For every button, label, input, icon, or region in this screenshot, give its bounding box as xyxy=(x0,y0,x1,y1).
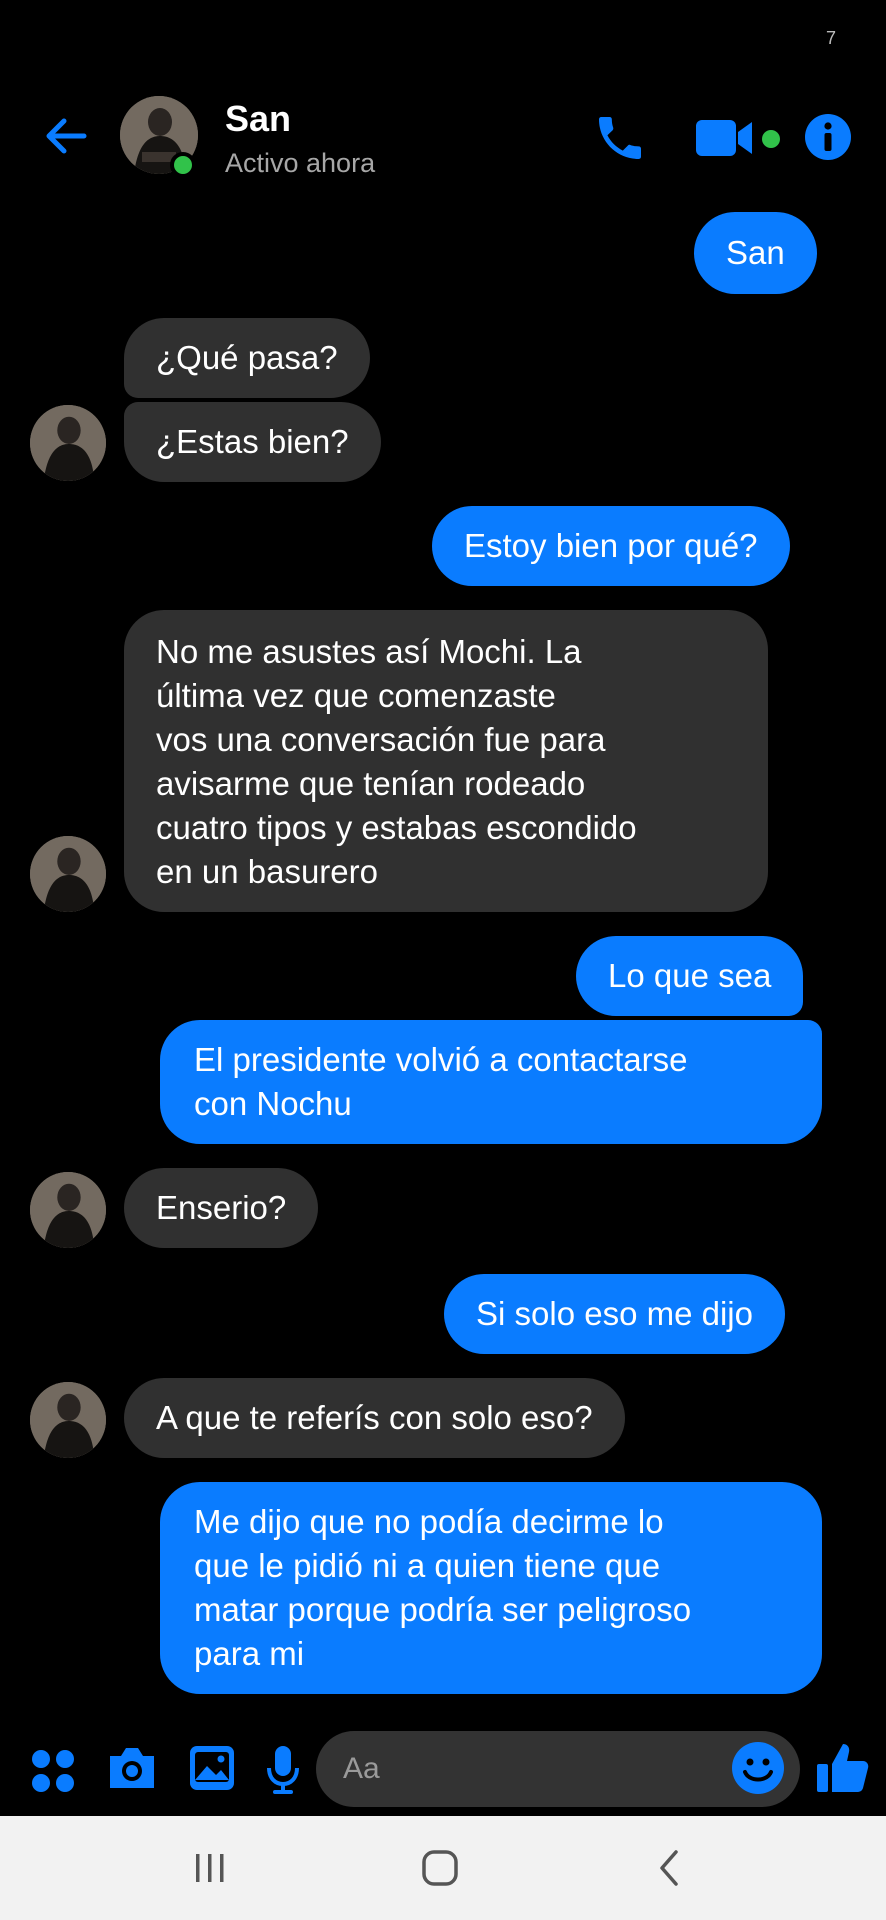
message-incoming[interactable]: ¿Qué pasa? xyxy=(124,318,370,398)
back-arrow-icon xyxy=(46,118,87,154)
message-incoming[interactable]: No me asustes así Mochi. La última vez q… xyxy=(124,610,768,912)
message-outgoing[interactable]: Si solo eso me dijo xyxy=(444,1274,785,1354)
microphone-icon xyxy=(267,1746,299,1794)
apps-grid-icon xyxy=(32,1750,74,1792)
message-outgoing[interactable]: El presidente volvió a contactarse con N… xyxy=(160,1020,822,1144)
system-navigation-bar xyxy=(0,1816,886,1920)
gallery-icon xyxy=(190,1746,234,1790)
back-button[interactable] xyxy=(40,110,92,162)
message-incoming[interactable]: Enserio? xyxy=(124,1168,319,1248)
emoji-button[interactable] xyxy=(730,1740,786,1796)
info-button[interactable] xyxy=(804,113,852,161)
gallery-button[interactable] xyxy=(188,1744,236,1792)
contact-avatar-small xyxy=(30,836,106,912)
status-bar-glyph: 7 xyxy=(826,28,837,48)
message-incoming[interactable]: A que te referís con solo eso? xyxy=(124,1378,625,1458)
message-outgoing[interactable]: Estoy bien por qué? xyxy=(432,506,790,586)
contact-avatar-small xyxy=(30,1172,106,1248)
contact-avatar-small xyxy=(30,1382,106,1458)
back-chevron-icon xyxy=(660,1850,678,1886)
camera-button[interactable] xyxy=(106,1744,158,1792)
phone-icon xyxy=(599,117,641,159)
emoji-icon xyxy=(732,1742,784,1794)
online-indicator xyxy=(170,152,196,178)
like-button[interactable] xyxy=(815,1740,871,1796)
camera-icon xyxy=(110,1748,154,1788)
message-outgoing[interactable]: Lo que sea xyxy=(576,936,804,1016)
video-call-button[interactable] xyxy=(696,116,762,160)
video-active-dot xyxy=(762,130,780,148)
message-outgoing[interactable]: San xyxy=(694,212,817,294)
back-nav-button[interactable] xyxy=(656,1848,684,1888)
contact-avatar-small xyxy=(30,405,106,481)
thumbs-up-icon xyxy=(817,1744,869,1792)
contact-status: Activo ahora xyxy=(225,148,376,178)
home-button[interactable] xyxy=(420,1848,460,1888)
message-input-placeholder: Aa xyxy=(343,1752,380,1785)
contact-name[interactable]: San xyxy=(225,98,291,140)
info-icon xyxy=(805,114,851,160)
video-camera-icon xyxy=(696,120,752,156)
recent-apps-icon xyxy=(196,1854,224,1882)
home-icon xyxy=(422,1850,458,1886)
message-outgoing[interactable]: Me dijo que no podía decirme lo que le p… xyxy=(160,1482,822,1694)
message-input[interactable] xyxy=(316,1731,800,1807)
recent-apps-button[interactable] xyxy=(192,1850,228,1886)
apps-button[interactable] xyxy=(30,1748,76,1794)
voice-call-button[interactable] xyxy=(592,110,648,166)
voice-message-button[interactable] xyxy=(266,1744,300,1796)
message-incoming[interactable]: ¿Estas bien? xyxy=(124,402,381,482)
